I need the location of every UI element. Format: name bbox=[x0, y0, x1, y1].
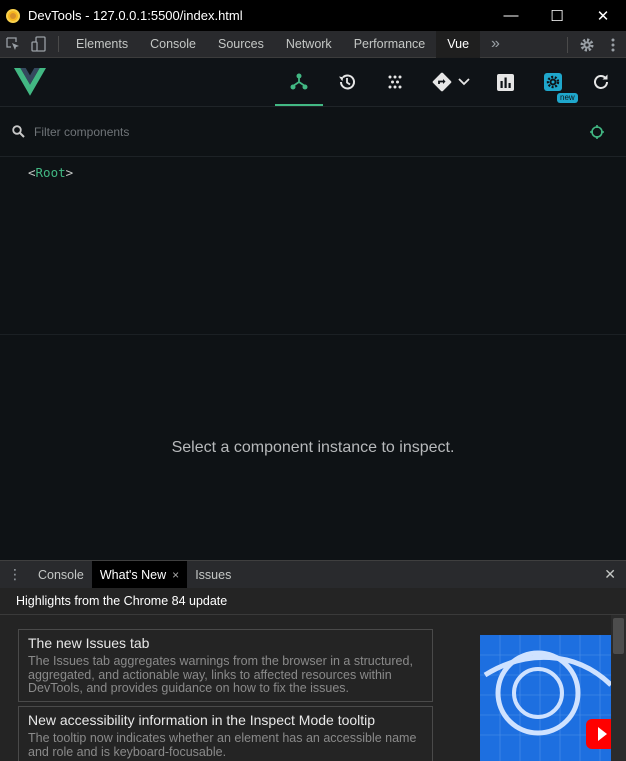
settings-gear-icon bbox=[544, 73, 562, 91]
vue-logo-icon bbox=[14, 68, 46, 96]
toolbar-divider bbox=[58, 36, 59, 52]
bar-chart-icon bbox=[496, 73, 514, 91]
component-filter-bar bbox=[0, 107, 626, 157]
devtools-right-controls bbox=[561, 31, 626, 58]
more-tabs-button[interactable]: » bbox=[480, 31, 511, 58]
whats-new-panel: Highlights from the Chrome 84 update The… bbox=[0, 588, 626, 761]
drawer-tab-console[interactable]: Console bbox=[30, 561, 92, 588]
drawer-tab-whats-new[interactable]: What's New × bbox=[91, 561, 188, 588]
card-title: New accessibility information in the Ins… bbox=[28, 712, 376, 728]
vuex-tool[interactable] bbox=[371, 58, 419, 106]
new-badge: new bbox=[557, 93, 578, 103]
close-window-button[interactable]: ✕ bbox=[580, 0, 626, 31]
component-name: Root bbox=[35, 165, 66, 180]
component-inspector: Select a component instance to inspect. bbox=[0, 335, 626, 560]
card-description: The tooltip now indicates whether an ele… bbox=[28, 731, 417, 759]
chrome-app-icon bbox=[6, 8, 20, 23]
inspect-element-icon[interactable] bbox=[0, 31, 26, 58]
scrollbar-thumb[interactable] bbox=[613, 618, 624, 654]
window-titlebar: DevTools - 127.0.0.1:5500/index.html — ☐… bbox=[0, 0, 626, 31]
tag-open-bracket: < bbox=[28, 165, 36, 180]
whats-new-card[interactable]: The new Issues tab The Issues tab aggreg… bbox=[18, 629, 433, 702]
device-toolbar-icon[interactable] bbox=[26, 31, 52, 58]
drawer-tab-label: What's New bbox=[99, 567, 167, 582]
maximize-button[interactable]: ☐ bbox=[534, 0, 580, 31]
drawer-tab-issues[interactable]: Issues bbox=[187, 561, 239, 588]
tab-sources[interactable]: Sources bbox=[207, 31, 275, 58]
close-tab-icon[interactable]: × bbox=[172, 568, 179, 582]
tree-node-root[interactable]: <Root> bbox=[28, 165, 73, 180]
whats-new-card[interactable]: New accessibility information in the Ins… bbox=[18, 706, 433, 761]
routing-tool[interactable] bbox=[428, 58, 474, 106]
history-icon bbox=[339, 74, 355, 90]
refresh-icon bbox=[594, 74, 608, 89]
performance-tool[interactable] bbox=[481, 58, 529, 106]
whats-new-header: Highlights from the Chrome 84 update bbox=[0, 588, 626, 615]
empty-inspector-message: Select a component instance to inspect. bbox=[171, 439, 455, 456]
select-component-crosshair-icon[interactable] bbox=[590, 125, 604, 139]
component-tree-icon bbox=[290, 73, 308, 90]
settings-gear-icon[interactable] bbox=[574, 31, 600, 58]
components-tree-tool[interactable] bbox=[275, 58, 323, 106]
video-thumbnail[interactable] bbox=[480, 635, 611, 761]
close-drawer-icon[interactable]: ✕ bbox=[604, 566, 616, 583]
refresh-tool[interactable] bbox=[577, 58, 625, 106]
window-controls: — ☐ ✕ bbox=[488, 0, 626, 31]
tab-network[interactable]: Network bbox=[275, 31, 343, 58]
window-title: DevTools - 127.0.0.1:5500/index.html bbox=[28, 8, 243, 23]
drawer-menu-icon[interactable]: ⋮ bbox=[0, 566, 30, 583]
vue-devtools-toolbar bbox=[0, 58, 626, 107]
customize-menu-icon[interactable] bbox=[600, 31, 626, 58]
drawer-tab-bar: ⋮ Console What's New × Issues ✕ bbox=[0, 560, 626, 588]
devtools-tab-bar: Elements Console Sources Network Perform… bbox=[0, 30, 626, 58]
tab-console[interactable]: Console bbox=[139, 31, 207, 58]
tab-performance[interactable]: Performance bbox=[343, 31, 437, 58]
dots-grid-icon bbox=[388, 75, 402, 89]
card-description: The Issues tab aggregates warnings from … bbox=[28, 654, 413, 695]
chevron-down-icon bbox=[458, 78, 470, 86]
toolbar-divider bbox=[567, 36, 568, 53]
route-directions-icon bbox=[432, 72, 452, 92]
video-artwork bbox=[480, 635, 611, 761]
tab-elements[interactable]: Elements bbox=[65, 31, 139, 58]
component-tree: <Root> bbox=[0, 157, 626, 335]
tag-close-bracket: > bbox=[65, 165, 74, 180]
tab-vue[interactable]: Vue bbox=[436, 30, 481, 58]
filter-components-input[interactable] bbox=[34, 123, 554, 141]
search-icon bbox=[12, 125, 25, 138]
timeline-tool[interactable] bbox=[323, 58, 371, 106]
card-title: The new Issues tab bbox=[28, 635, 150, 651]
minimize-button[interactable]: — bbox=[488, 0, 534, 31]
